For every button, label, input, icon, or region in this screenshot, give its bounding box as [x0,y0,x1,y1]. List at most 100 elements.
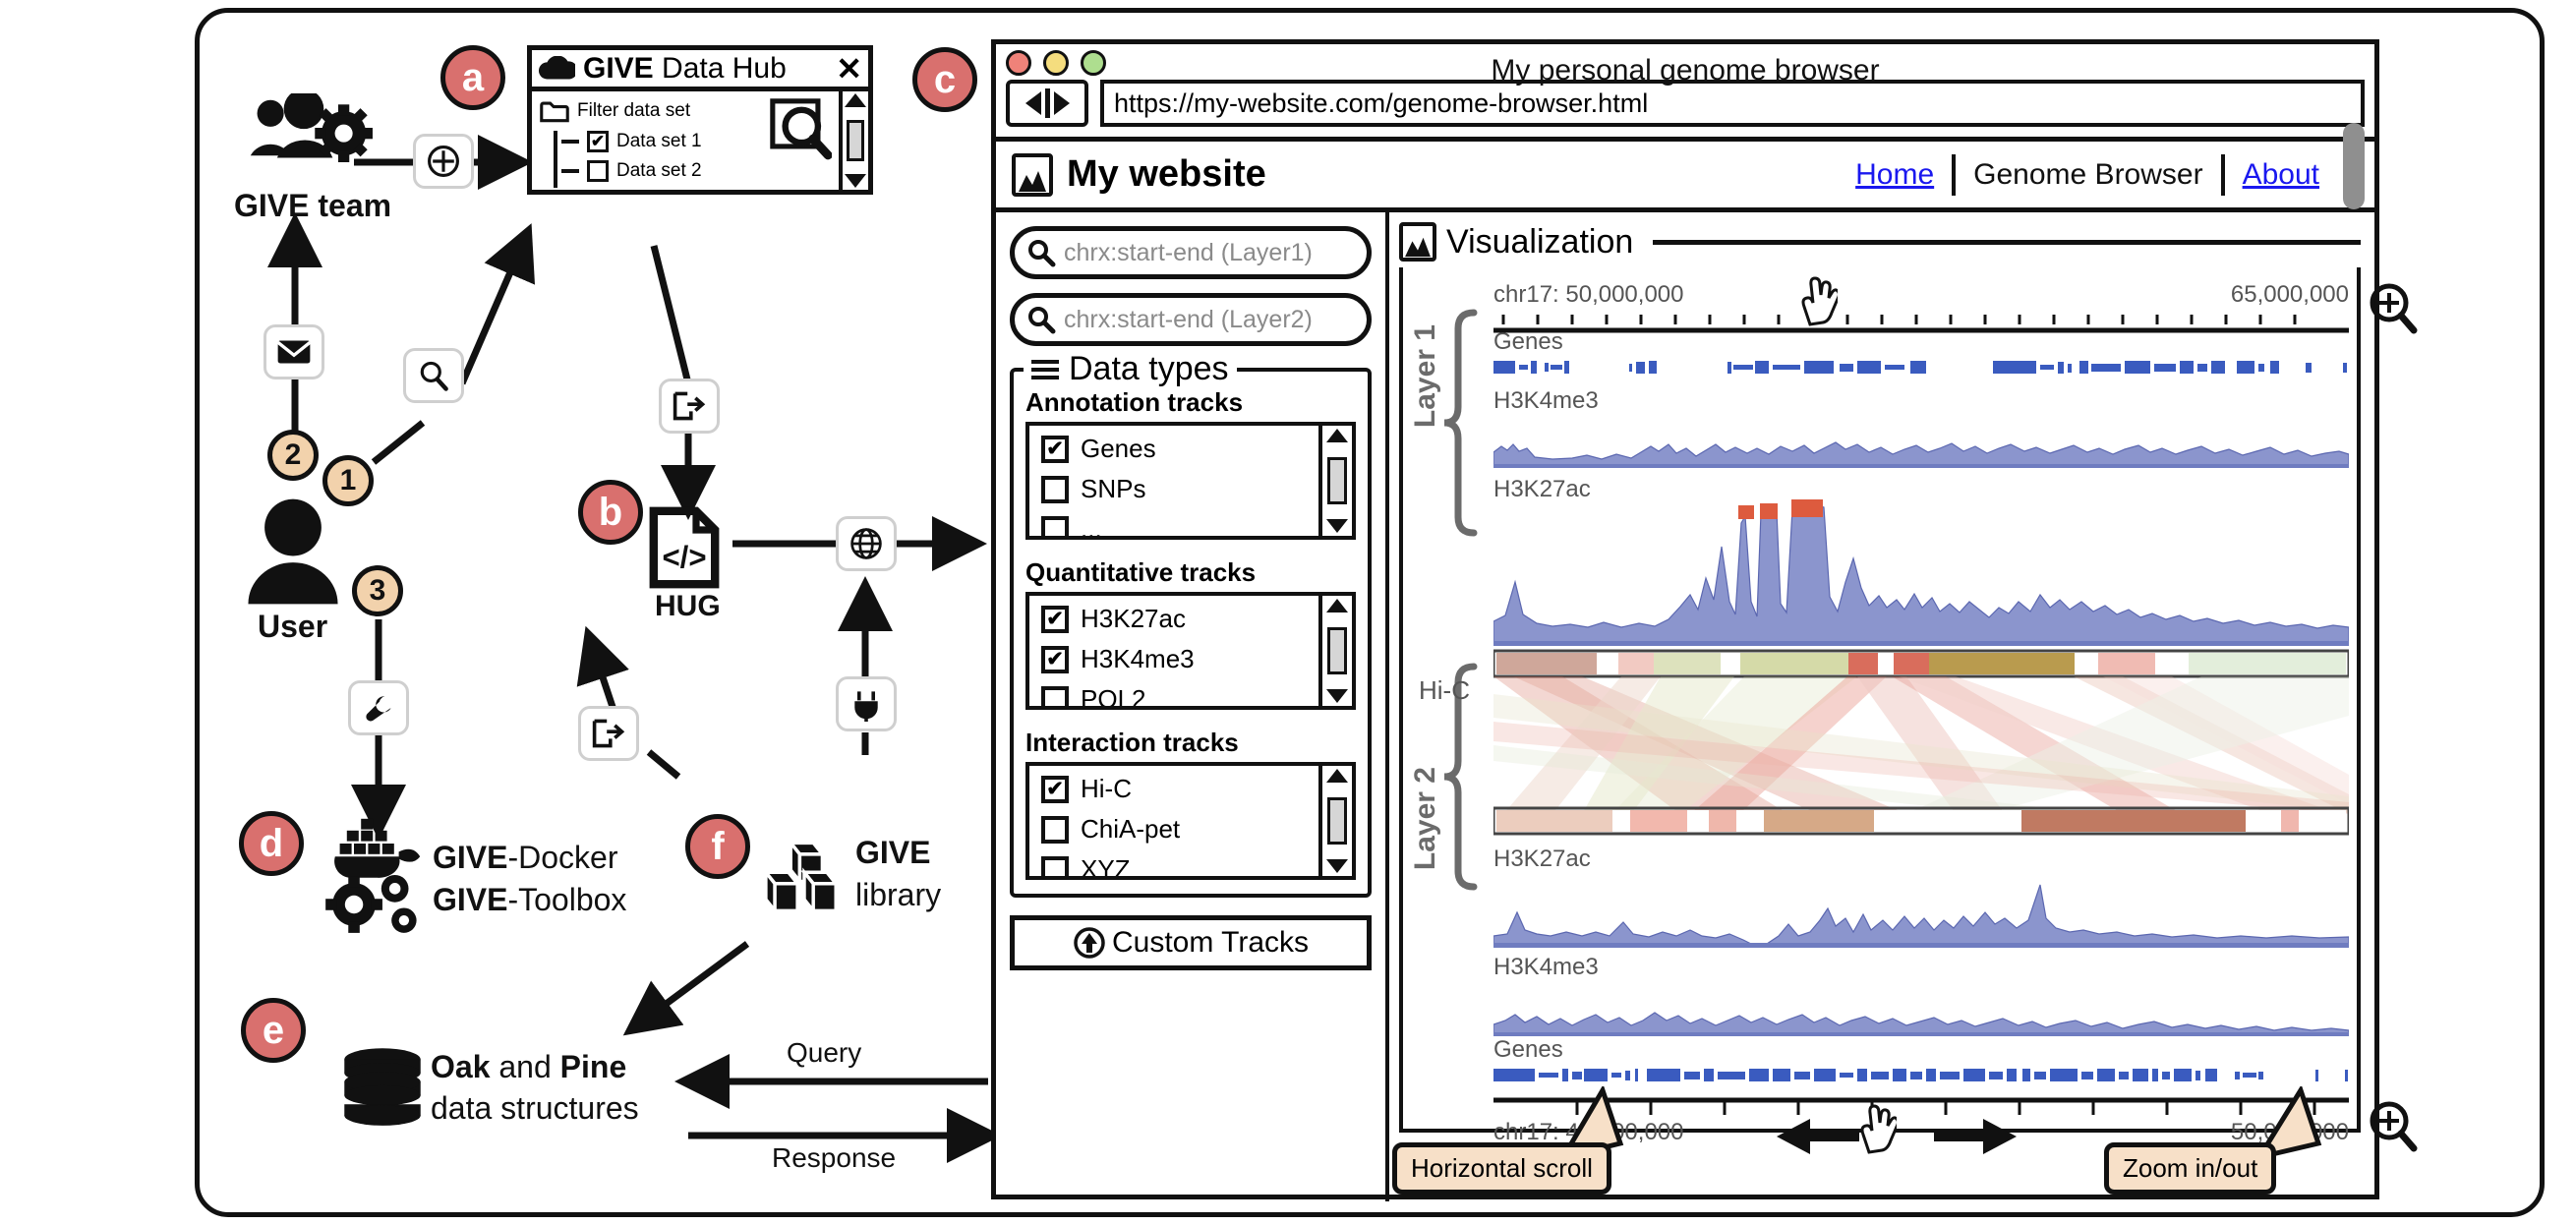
hub-title-rest: Data Hub [653,51,787,85]
list-item[interactable]: ChiA-pet [1041,814,1318,845]
nav-home[interactable]: Home [1855,158,1934,192]
nav-about[interactable]: About [2243,158,2319,192]
checkbox-h3k27ac[interactable]: ✔ [1041,605,1069,633]
checkbox-hic[interactable]: ✔ [1041,775,1069,803]
checkbox-more-annotation[interactable] [1041,515,1069,536]
genes-l2-text: Genes [1493,1036,1563,1063]
list-item[interactable]: ✔ Genes [1041,434,1318,464]
step-3-marker: 3 [352,565,403,616]
scroll-thumb[interactable] [1327,797,1347,845]
badge-c: c [912,47,977,112]
scroll-thumb[interactable] [847,120,864,161]
filter-data-set-row[interactable]: Filter data set [540,99,762,123]
tools-icon [348,680,409,735]
give-team-icon [234,88,391,162]
give-toolbox-bold: GIVE [433,882,508,917]
give-library-text: library [855,877,942,912]
hic-bottom-colorbar [1493,806,2349,836]
badge-b-label: b [598,491,623,534]
badge-d-label: d [259,822,284,865]
checkbox-genes[interactable]: ✔ [1041,435,1069,463]
quantitative-tracks-list[interactable]: ✔ H3K27ac ✔ H3K4me3 POL2 [1025,592,1356,710]
list-item[interactable]: XYZ [1041,854,1318,876]
track-label-h3k4me3-l2: H3K4me3 [1493,954,1599,981]
badge-d: d [239,811,304,876]
badge-e-label: e [262,1009,285,1052]
hub-search-button[interactable] [762,91,839,190]
scroll-up-icon[interactable] [1326,599,1348,612]
dataset-2-checkbox[interactable] [587,160,609,182]
scroll-down-icon[interactable] [845,174,866,188]
checkbox-chia-pet[interactable] [1041,815,1069,844]
page-scrollbar-thumb[interactable] [2343,123,2365,209]
forward-icon[interactable] [1053,91,1070,115]
give-toolbox-rest: -Toolbox [507,882,627,917]
hub-scrollbar[interactable] [839,91,868,190]
search-input-layer2[interactable]: chrx:start-end (Layer2) [1010,293,1372,346]
data-structures-text: data structures [431,1090,639,1126]
track-label-h3k4me3-l1: H3K4me3 [1493,387,1599,415]
interaction-scrollbar[interactable] [1318,766,1352,876]
scroll-down-icon[interactable] [1326,859,1348,873]
checkbox-pol2[interactable] [1041,685,1069,706]
horizontal-scroll-arrows[interactable] [1769,1115,2024,1162]
scroll-down-icon[interactable] [1326,689,1348,703]
response-label: Response [772,1142,896,1173]
svg-text:</>: </> [662,540,706,574]
search-icon [403,348,464,403]
search-input-layer1[interactable]: chrx:start-end (Layer1) [1010,226,1372,279]
hub-title-text: GIVE Data Hub [583,52,787,86]
menu-icon[interactable] [1031,359,1059,379]
dataset-row-2[interactable]: Data set 2 [561,160,762,182]
checkbox-snps[interactable] [1041,475,1069,503]
h3k4me3-l2-text: H3K4me3 [1493,954,1599,980]
annotation-tracks-list[interactable]: ✔ Genes SNPs ... [1025,422,1356,540]
search-icon [770,98,832,160]
list-item[interactable]: ✔ Hi-C [1041,774,1318,804]
list-item[interactable]: ✔ H3K27ac [1041,604,1318,634]
badge-f: f [685,814,750,879]
list-item[interactable]: POL2 [1041,684,1318,706]
scroll-thumb[interactable] [1327,457,1347,504]
give-library-bold: GIVE [855,835,931,870]
nav-sep-2 [2220,153,2225,196]
quantitative-scrollbar[interactable] [1318,596,1352,706]
zoom-in-icon-bottom[interactable] [2367,1099,2418,1156]
close-icon[interactable]: ✕ [836,50,862,88]
checkbox-xyz[interactable] [1041,855,1069,876]
url-text: https://my-website.com/genome-browser.ht… [1114,88,1649,118]
scroll-up-icon[interactable] [1326,769,1348,783]
annotation-scrollbar[interactable] [1318,426,1352,536]
checkbox-h3k4me3[interactable]: ✔ [1041,645,1069,673]
label-h3k4me3: H3K4me3 [1081,644,1195,673]
custom-tracks-button[interactable]: Custom Tracks [1010,915,1372,970]
interaction-tracks-title: Interaction tracks [1025,728,1239,757]
badge-f-label: f [711,825,725,868]
visualization-panel: Visualization Layer 1 Layer 2 Hi-C chr17… [1389,212,2418,1201]
search-icon [1028,307,1056,334]
export-icon-2 [578,706,639,761]
list-item[interactable]: ✔ H3K4me3 [1041,644,1318,674]
back-icon[interactable] [1025,91,1041,115]
list-item[interactable]: SNPs [1041,474,1318,504]
give-data-hub-window[interactable]: GIVE Data Hub ✕ Filter data set ✔ Data s… [527,45,873,195]
scroll-down-icon[interactable] [1326,519,1348,533]
h3k4me3-l1-text: H3K4me3 [1493,387,1599,414]
interaction-tracks-list[interactable]: ✔ Hi-C ChiA-pet XYZ [1025,762,1356,880]
dataset-row-1[interactable]: ✔ Data set 1 [561,131,762,152]
dataset-1-checkbox[interactable]: ✔ [587,131,609,152]
dataset-1-label: Data set 1 [616,131,702,151]
give-library-line1: GIVE [855,835,931,871]
oak-pine-label: Oak and Pine [431,1049,626,1085]
top-axis-end: 65,000,000 [2230,281,2349,308]
scroll-up-icon[interactable] [845,93,866,107]
h3k27ac-l2-text: H3K27ac [1493,846,1591,872]
scroll-thumb[interactable] [1327,627,1347,674]
give-library-icon [759,838,849,920]
nav-genome-browser[interactable]: Genome Browser [1973,158,2202,192]
zoom-in-icon-top[interactable] [2367,281,2418,338]
list-item[interactable]: ... [1041,514,1318,536]
and-text: and [490,1049,560,1084]
tree-line [554,131,557,188]
scroll-up-icon[interactable] [1326,429,1348,442]
